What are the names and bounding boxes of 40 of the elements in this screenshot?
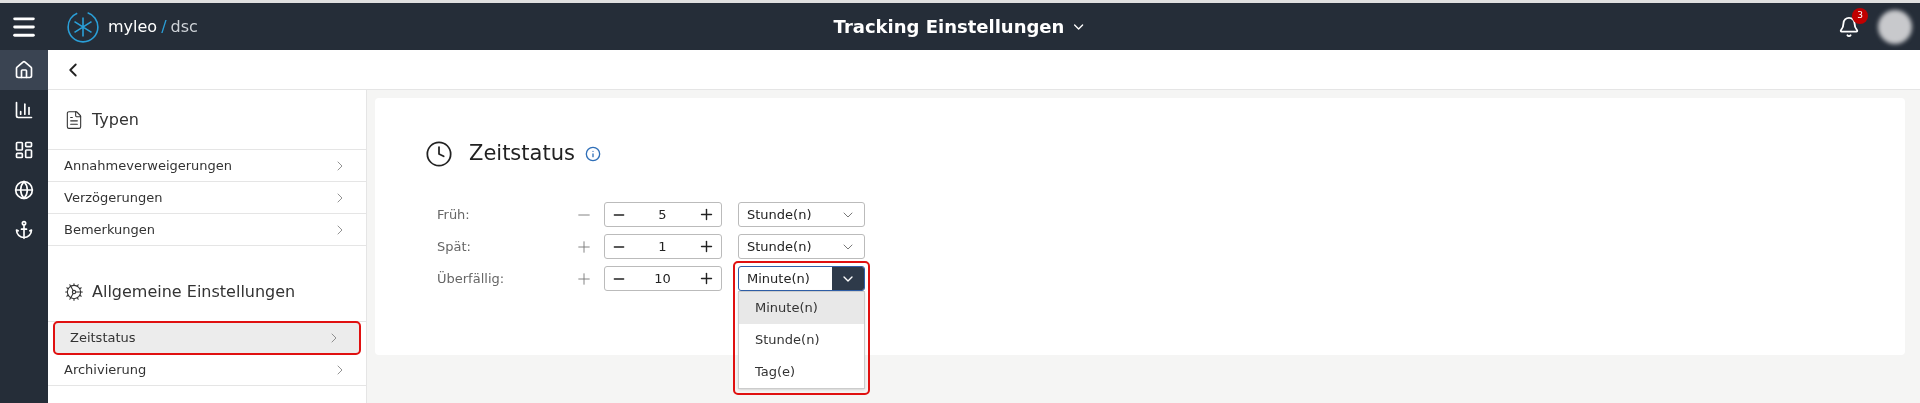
stepper-value: 10 [653, 269, 672, 288]
dropdown-option[interactable]: Stunde(n) [739, 324, 864, 356]
clock-icon [425, 139, 453, 168]
bell-icon[interactable] [1838, 15, 1860, 38]
home-icon [14, 60, 34, 80]
field-label: Früh: [437, 205, 471, 224]
avatar[interactable] [1878, 9, 1912, 44]
section-title: Allgemeine Einstellungen [92, 280, 296, 303]
number-stepper[interactable]: 1 [604, 234, 722, 259]
increment-icon[interactable] [698, 238, 715, 255]
sidebar-item[interactable]: Zeitstatus [54, 322, 360, 354]
notification-badge: 3 [1852, 7, 1868, 24]
document-icon [64, 109, 84, 130]
page-title-dropdown[interactable]: Tracking Einstellungen [833, 13, 1087, 40]
logo-separator: / [161, 15, 167, 38]
logo-suffix: dsc [170, 15, 198, 38]
logo-name: myleo [108, 15, 158, 38]
sidebar-item[interactable]: Archivierung [48, 354, 366, 386]
anchor-icon [14, 220, 34, 240]
increment-icon[interactable] [698, 206, 715, 223]
card-title: Zeitstatus [469, 140, 575, 167]
dropdown-option[interactable]: Minute(n) [739, 292, 864, 324]
field-label: Spät: [437, 237, 472, 256]
section-title: Typen [92, 108, 139, 131]
dashboard-icon [14, 140, 34, 160]
number-stepper[interactable]: 5 [604, 202, 722, 227]
gear-icon [64, 281, 84, 302]
unit-select[interactable]: Stunde(n) [738, 234, 865, 259]
increment-icon[interactable] [698, 270, 715, 287]
logo-icon [66, 9, 100, 44]
number-stepper[interactable]: 10 [604, 266, 722, 291]
unit-select[interactable]: Minute(n) [738, 266, 865, 291]
field-label: Überfällig: [437, 269, 506, 288]
globe-icon [14, 180, 34, 200]
info-icon[interactable] [584, 145, 601, 162]
stepper-value: 1 [657, 237, 668, 256]
stepper-value: 5 [657, 205, 668, 224]
chart-icon [14, 100, 34, 120]
unit-select[interactable]: Stunde(n) [738, 202, 865, 227]
dropdown-option[interactable]: Tag(e) [739, 356, 864, 388]
